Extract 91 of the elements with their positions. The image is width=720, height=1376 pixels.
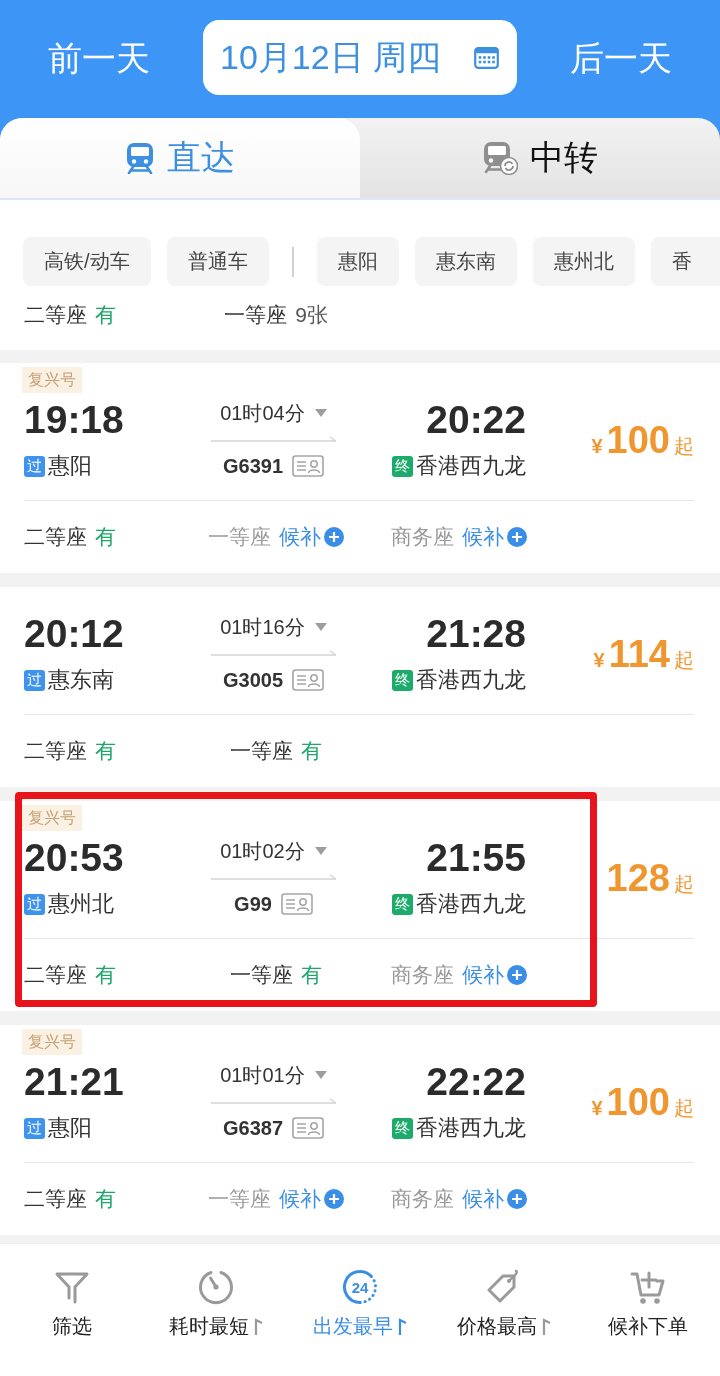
plus-icon <box>507 965 527 985</box>
seat-availability: 有 <box>301 962 322 988</box>
filter-chip[interactable]: 惠东南 <box>414 237 517 286</box>
station-tag: 过 <box>24 669 45 691</box>
seat-class: 二等座 <box>24 302 87 328</box>
plus-icon <box>324 1189 344 1209</box>
duration: 01时16分 <box>220 614 305 640</box>
duration: 01时02分 <box>220 838 305 864</box>
plus-icon <box>324 527 344 547</box>
price: ¥100 起 <box>591 418 694 462</box>
plus-icon <box>507 1189 527 1209</box>
train-card[interactable]: 复兴号 19:18 过 惠阳 01时04分 G6391 20:22 终 香港西九龙 ¥100 起 二等座 有 一等座 候补 商务座 候补 <box>0 363 720 573</box>
train-badge: 复兴号 <box>22 367 82 393</box>
duration: 01时04分 <box>220 400 305 426</box>
seat-class: 一等座 <box>224 302 288 328</box>
train-card[interactable]: 复兴号 21:21 过 惠阳 01时01分 G6387 22:22 终 香港西九龙 ¥100 起 二等座 有 一等座 候补 商务座 候补 <box>0 1025 720 1235</box>
seat-availability: 有 <box>95 1186 116 1212</box>
station-name: 惠州北 <box>48 890 114 918</box>
station-tag: 过 <box>24 1117 45 1139</box>
seat-class: 二等座 <box>24 962 87 988</box>
station-tag: 终 <box>392 669 413 691</box>
station-tag: 终 <box>392 1117 413 1139</box>
station-name: 香港西九龙 <box>416 452 526 480</box>
train-icon <box>125 142 155 174</box>
nav-button[interactable]: 候补下单 <box>576 1268 720 1339</box>
id-card-icon <box>292 1117 325 1139</box>
plus-icon <box>507 527 527 547</box>
seat-availability: 9张 <box>295 302 328 328</box>
arrive-time: 22:22 <box>425 1061 526 1103</box>
seat-class: 一等座 <box>230 962 293 988</box>
nav-button[interactable]: 耗时最短 <box>144 1268 288 1339</box>
train-number: G6387 <box>222 1116 284 1140</box>
seat-class: 一等座 <box>230 738 293 764</box>
duration: 01时01分 <box>220 1062 305 1088</box>
train-transfer-icon <box>482 141 518 175</box>
train-number: G6391 <box>222 454 284 478</box>
caret-icon[interactable] <box>314 1071 327 1079</box>
station-name: 香港西九龙 <box>416 666 526 694</box>
seat-class: 一等座 <box>208 524 271 550</box>
seat-class: 商务座 <box>391 524 454 550</box>
station-name: 香港西九龙 <box>416 890 526 918</box>
calendar-icon <box>474 46 499 69</box>
price: ¥100 起 <box>591 1080 694 1124</box>
seat-class: 二等座 <box>24 524 87 550</box>
depart-time: 21:21 <box>24 1061 125 1103</box>
depart-time: 20:12 <box>24 613 125 655</box>
station-name: 惠东南 <box>48 666 114 694</box>
seat-availability: 有 <box>95 962 116 988</box>
price: ¥114 起 <box>593 632 694 676</box>
caret-icon[interactable] <box>314 623 327 631</box>
timer-icon <box>197 1268 235 1306</box>
filter-chip[interactable]: 惠阳 <box>316 237 399 286</box>
station-name: 惠阳 <box>48 1114 92 1142</box>
train-card[interactable]: 20:12 过 惠东南 01时16分 G3005 21:28 终 香港西九龙 ¥114 起 二等座 有 一等座 有 <box>0 587 720 787</box>
depart-time: 19:18 <box>24 399 125 441</box>
nav-button[interactable]: 价格最高 <box>432 1268 576 1339</box>
arrive-time: 20:22 <box>425 399 526 441</box>
station-tag: 过 <box>24 455 45 477</box>
nav-button[interactable]: 筛选 <box>0 1268 144 1339</box>
id-card-icon <box>292 455 325 477</box>
caret-icon[interactable] <box>314 409 327 417</box>
caret-icon[interactable] <box>314 847 327 855</box>
price: 128 起 <box>606 856 694 900</box>
seat-availability: 有 <box>301 738 322 764</box>
seat-class: 商务座 <box>391 1186 454 1212</box>
train-number: G3005 <box>222 668 284 692</box>
station-tag: 过 <box>24 893 45 915</box>
train-badge: 复兴号 <box>22 1029 82 1055</box>
seat-availability: 有 <box>95 302 116 328</box>
station-name: 惠阳 <box>48 452 92 480</box>
seat-class: 二等座 <box>24 738 87 764</box>
arrive-time: 21:55 <box>425 837 526 879</box>
filter-chip[interactable]: 香 <box>650 237 720 286</box>
seat-availability: 有 <box>95 738 116 764</box>
seat-class: 商务座 <box>391 962 454 988</box>
id-card-icon <box>292 669 325 691</box>
filter-chip[interactable]: 惠州北 <box>532 237 635 286</box>
id-card-icon <box>280 893 313 915</box>
station-tag: 终 <box>392 893 413 915</box>
seat-class: 一等座 <box>208 1186 271 1212</box>
train-badge: 复兴号 <box>22 805 82 831</box>
tab[interactable]: 中转 <box>360 118 720 198</box>
train-number: G99 <box>234 892 272 916</box>
depart-time: 20:53 <box>24 837 125 879</box>
seat-availability: 有 <box>95 524 116 550</box>
station-name: 香港西九龙 <box>416 1114 526 1142</box>
seat-class: 二等座 <box>24 1186 87 1212</box>
station-tag: 终 <box>392 455 413 477</box>
filter-chip[interactable]: 高铁/动车 <box>23 237 151 286</box>
arrive-time: 21:28 <box>425 613 526 655</box>
filter-chip[interactable]: 普通车 <box>166 237 269 286</box>
